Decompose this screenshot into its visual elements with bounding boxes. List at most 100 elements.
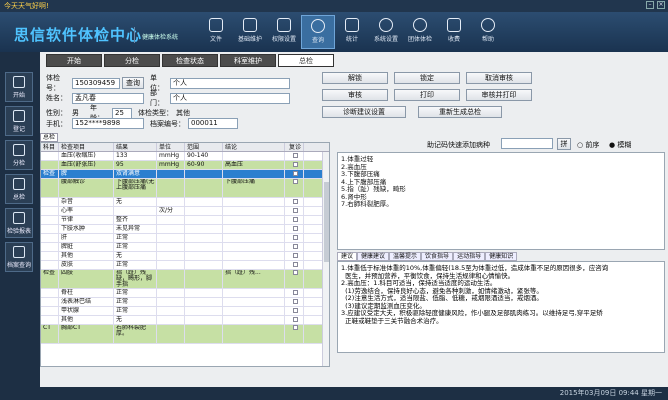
- table-cell-c4: [157, 270, 185, 288]
- fuzzy-option[interactable]: ● 模糊: [609, 140, 631, 150]
- table-row[interactable]: 血压(舒张压) 95 mmHg 60-90 高血压: [41, 161, 329, 170]
- name-field[interactable]: 孟凡春: [72, 92, 144, 104]
- revisit-checkbox[interactable]: [292, 262, 298, 267]
- table-row[interactable]: 下肢水肿 未见异常: [41, 225, 329, 234]
- table-row[interactable]: 脊柱 正常: [41, 289, 329, 298]
- col-revisit[interactable]: 复诊: [285, 143, 304, 151]
- review-button[interactable]: 审核: [322, 89, 388, 101]
- sidebar-summary[interactable]: 总检: [5, 174, 33, 204]
- revisit-checkbox[interactable]: [292, 226, 298, 231]
- phone-label: 手机：: [46, 119, 67, 128]
- revisit-checkbox[interactable]: [292, 235, 298, 240]
- toolbar-maintenance[interactable]: 基础维护: [233, 15, 267, 49]
- table-row[interactable]: 检查脾双肾满意: [41, 170, 329, 179]
- unit-field[interactable]: 个人: [170, 77, 290, 89]
- toolbar-help[interactable]: 帮助: [471, 15, 505, 49]
- toolbar-query[interactable]: 查询: [301, 15, 335, 49]
- table-row[interactable]: 脾脏 正常: [41, 243, 329, 252]
- table-row[interactable]: 检查 四肢 指（趾）残缺，畸形，脚手指 指（趾）残...: [41, 270, 329, 289]
- table-row[interactable]: 节律 整齐: [41, 216, 329, 225]
- table-row[interactable]: 其他无: [41, 316, 329, 325]
- tab-diet[interactable]: 饮食指导: [421, 252, 454, 261]
- revisit-checkbox[interactable]: [292, 253, 298, 258]
- summary-panel-tab[interactable]: 总检: [40, 133, 58, 142]
- sidebar-start[interactable]: 开始: [5, 72, 33, 102]
- minimize-icon[interactable]: –: [646, 1, 654, 9]
- order-option[interactable]: ○ 前序: [577, 140, 599, 150]
- cancel-review-button[interactable]: 取消审核: [466, 72, 532, 84]
- toolbar-permission[interactable]: 权限设置: [267, 15, 301, 49]
- advice-textarea[interactable]: 1.体重低于标准体重的10%,体重偏轻(18.5至为体重过低，造成体重不足的原因…: [337, 261, 665, 353]
- toolbar-group[interactable]: 团体体检: [403, 15, 437, 49]
- summary-textarea[interactable]: 1.体重过轻 2.高血压 3.下腹部压痛 4.上下腹部压痛 5.指（趾）残缺，畸…: [337, 152, 665, 250]
- revisit-checkbox[interactable]: [292, 270, 298, 275]
- revisit-checkbox[interactable]: [292, 317, 298, 322]
- pinyin-button[interactable]: 拼: [557, 138, 571, 150]
- exam-no-input[interactable]: 150309459: [72, 77, 120, 89]
- tab-health-advice[interactable]: 健康建议: [357, 252, 390, 261]
- review-print-button[interactable]: 审核并打印: [466, 89, 532, 101]
- revisit-checkbox[interactable]: [292, 208, 298, 213]
- table-row[interactable]: 皮肤 正常: [41, 261, 329, 270]
- toolbar-settings[interactable]: 系统设置: [369, 15, 403, 49]
- table-row[interactable]: 血压(收缩压) 133 mmHg 90-140: [41, 152, 329, 161]
- diagnosis-settings-button[interactable]: 诊断建议设置: [322, 106, 406, 118]
- quick-add-input[interactable]: [501, 138, 553, 149]
- table-row[interactable]: 甲状腺 正常: [41, 307, 329, 316]
- col-range[interactable]: 范围: [185, 143, 223, 151]
- table-row[interactable]: 杂音无: [41, 198, 329, 207]
- table-cell-c4: mmHg: [157, 152, 185, 160]
- table-row[interactable]: 肝正常: [41, 234, 329, 243]
- revisit-checkbox[interactable]: [292, 171, 298, 176]
- revisit-checkbox[interactable]: [292, 179, 298, 184]
- sidebar-register[interactable]: 登记: [5, 106, 33, 136]
- regenerate-summary-button[interactable]: 重新生成总检: [418, 106, 502, 118]
- sidebar-archive[interactable]: 档案查询: [5, 242, 33, 272]
- revisit-checkbox[interactable]: [292, 325, 298, 330]
- toolbar-file[interactable]: 文件: [199, 15, 233, 49]
- col-conclusion[interactable]: 结论: [223, 143, 285, 151]
- tab-start[interactable]: 开始: [46, 54, 102, 67]
- tab-knowledge[interactable]: 健康知识: [485, 252, 518, 261]
- revisit-checkbox[interactable]: [292, 308, 298, 313]
- tab-advice[interactable]: 建议: [337, 252, 358, 261]
- col-unit[interactable]: 单位: [157, 143, 185, 151]
- revisit-checkbox[interactable]: [292, 217, 298, 222]
- close-icon[interactable]: ×: [657, 1, 665, 9]
- table-cell-c1: [41, 252, 59, 260]
- revisit-checkbox[interactable]: [292, 244, 298, 249]
- tab-tips[interactable]: 温馨提示: [389, 252, 422, 261]
- revisit-checkbox[interactable]: [292, 153, 298, 158]
- toolbar-stats[interactable]: 统计: [335, 15, 369, 49]
- revisit-checkbox[interactable]: [292, 162, 298, 167]
- tab-exercise[interactable]: 运动指导: [453, 252, 486, 261]
- tab-check-status[interactable]: 检查状态: [162, 54, 218, 67]
- table-cell-c6: [223, 152, 285, 160]
- toolbar-fee[interactable]: 收费: [437, 15, 471, 49]
- tab-summary[interactable]: 总检: [278, 54, 334, 67]
- revisit-checkbox[interactable]: [292, 199, 298, 204]
- col-subject[interactable]: 科目: [41, 143, 59, 151]
- tab-dept-maintenance[interactable]: 科室维护: [220, 54, 276, 67]
- unlock-button[interactable]: 解锁: [322, 72, 388, 84]
- col-item[interactable]: 检查项目: [59, 143, 114, 151]
- tab-triage[interactable]: 分检: [104, 54, 160, 67]
- scrollbar-thumb[interactable]: [324, 182, 329, 262]
- lock-button[interactable]: 锁定: [394, 72, 460, 84]
- grid-scrollbar[interactable]: [322, 152, 329, 366]
- dept-field[interactable]: 个人: [170, 92, 290, 104]
- phone-field[interactable]: 152****9898: [72, 118, 144, 129]
- table-row[interactable]: 浅表淋巴结 正常: [41, 298, 329, 307]
- table-row[interactable]: 其他无: [41, 252, 329, 261]
- table-row[interactable]: CT 胸部CT 右肺科裂肥厚。: [41, 325, 329, 344]
- revisit-checkbox[interactable]: [292, 299, 298, 304]
- table-row[interactable]: 腹部触诊 下腹部压痛(无上腹部压痛 下腹部压痛: [41, 179, 329, 198]
- col-result[interactable]: 结果: [114, 143, 157, 151]
- table-row[interactable]: 心率 次/分: [41, 207, 329, 216]
- sidebar-triage[interactable]: 分检: [5, 140, 33, 170]
- revisit-checkbox[interactable]: [292, 290, 298, 295]
- age-field[interactable]: 25: [112, 107, 132, 119]
- sidebar-report[interactable]: 检验报表: [5, 208, 33, 238]
- file-no-field[interactable]: 000011: [188, 118, 238, 129]
- print-button[interactable]: 打印: [394, 89, 460, 101]
